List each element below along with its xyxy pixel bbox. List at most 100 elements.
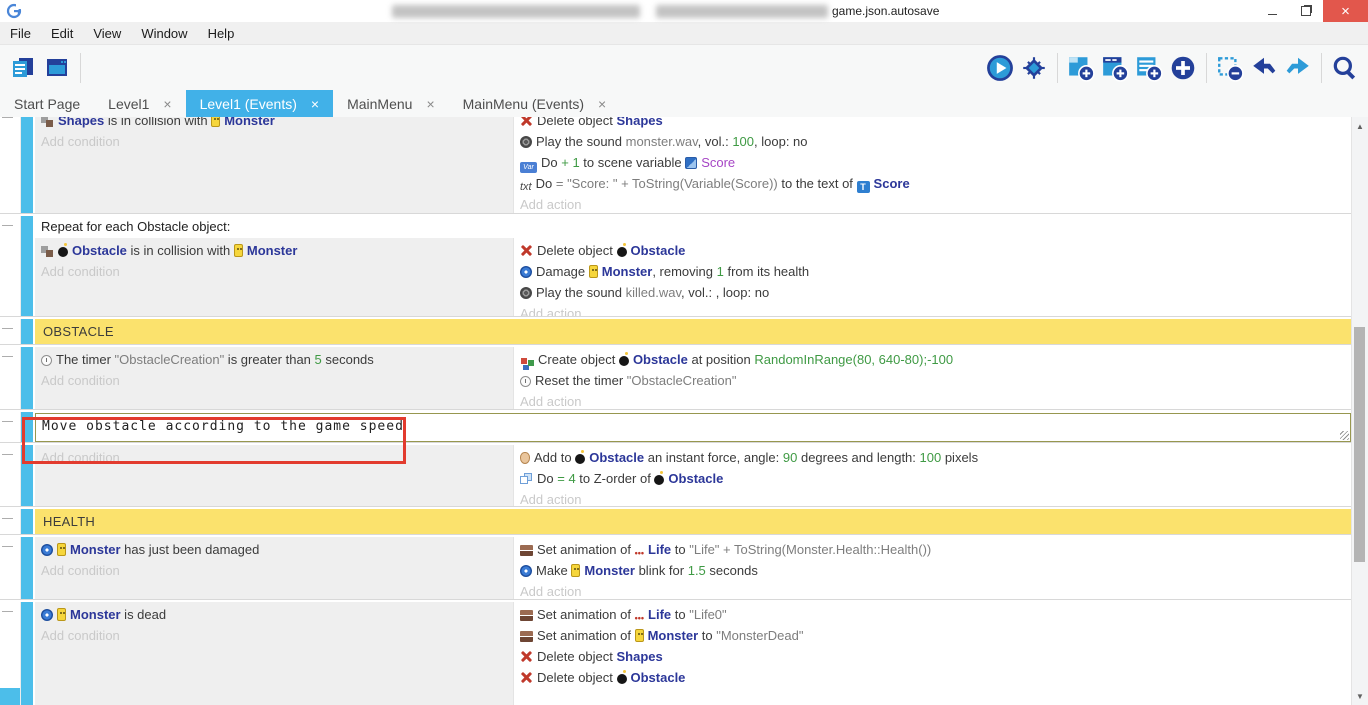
event-selection-bar[interactable] <box>21 216 33 316</box>
project-manager-button[interactable] <box>6 50 40 86</box>
menu-item-view[interactable]: View <box>83 26 131 41</box>
search-button[interactable] <box>1328 50 1362 86</box>
scroll-up-icon[interactable]: ▲ <box>1352 122 1368 131</box>
add-condition-button[interactable]: Add condition <box>41 370 507 391</box>
menu-item-help[interactable]: Help <box>198 26 245 41</box>
action-line[interactable]: Delete object Obstacle <box>520 667 1346 688</box>
event-group-title[interactable]: OBSTACLE <box>35 324 1352 339</box>
timer-icon <box>520 376 531 387</box>
add-action-button[interactable]: Add action <box>520 194 1346 214</box>
event-selection-bar[interactable] <box>21 537 33 599</box>
tab-label: MainMenu <box>347 96 412 112</box>
scene-editor-button[interactable] <box>40 50 74 86</box>
preview-button[interactable] <box>983 50 1017 86</box>
add-condition-button[interactable]: Add condition <box>41 261 507 282</box>
text-segment: Monster <box>224 117 275 128</box>
add-sub-event-button[interactable] <box>1098 50 1132 86</box>
action-line[interactable]: Delete object Shapes <box>520 646 1346 667</box>
add-event-type-button[interactable] <box>1166 50 1200 86</box>
maximize-button[interactable] <box>1289 0 1323 22</box>
menu-item-window[interactable]: Window <box>131 26 197 41</box>
comment-input[interactable]: Move obstacle according to the game spee… <box>35 413 1351 442</box>
add-action-button[interactable]: Add action <box>520 489 1346 507</box>
minimize-button[interactable] <box>1255 0 1289 22</box>
tab-mainmenu-events-[interactable]: MainMenu (Events)× <box>449 90 621 117</box>
action-line[interactable]: VarDo + 1 to scene variable Score <box>520 152 1346 173</box>
action-line[interactable]: Make Monster blink for 1.5 seconds <box>520 560 1346 581</box>
action-line[interactable]: Delete object Obstacle <box>520 240 1346 261</box>
monster-icon <box>57 608 66 621</box>
action-line[interactable]: Create object Obstacle at position Rando… <box>520 349 1346 370</box>
tab-close-icon[interactable]: × <box>598 96 606 112</box>
remove-event-button[interactable] <box>1213 50 1247 86</box>
action-line[interactable]: Delete object Shapes <box>520 117 1346 131</box>
event-selection-bar[interactable] <box>21 319 33 344</box>
action-line[interactable]: Set animation of •••Life to "Life0" <box>520 604 1346 625</box>
event-drag-handle[interactable] <box>0 537 21 599</box>
resize-handle-icon[interactable] <box>1340 431 1349 440</box>
add-action-button[interactable]: Add action <box>520 391 1346 410</box>
add-condition-button[interactable]: Add condition <box>41 625 507 646</box>
tab-mainmenu[interactable]: MainMenu × <box>333 90 449 117</box>
add-condition-button[interactable]: Add condition <box>41 131 507 152</box>
tab-level1-events-[interactable]: Level1 (Events)× <box>186 90 333 117</box>
scrollbar-thumb[interactable] <box>1354 327 1365 562</box>
event-drag-handle[interactable] <box>0 509 21 534</box>
action-line[interactable]: Do = 4 to Z-order of Obstacle <box>520 468 1346 489</box>
event-drag-handle[interactable] <box>0 347 21 409</box>
undo-button[interactable] <box>1247 50 1281 86</box>
event-selection-bar[interactable] <box>21 347 33 409</box>
menu-item-edit[interactable]: Edit <box>41 26 83 41</box>
event-selection-bar[interactable] <box>21 602 33 705</box>
vertical-scrollbar[interactable]: ▲ ▼ <box>1351 117 1368 705</box>
condition-line[interactable]: The timer "ObstacleCreation" is greater … <box>41 349 507 370</box>
action-line[interactable]: Damage Monster, removing 1 from its heal… <box>520 261 1346 282</box>
redo-button[interactable] <box>1281 50 1315 86</box>
event-selection-bar[interactable] <box>21 509 33 534</box>
text-segment: to Z-order of <box>576 471 655 486</box>
text-object-icon: T <box>857 181 870 193</box>
add-action-button[interactable]: Add action <box>520 581 1346 600</box>
scroll-down-icon[interactable]: ▼ <box>1352 692 1368 701</box>
event-drag-handle[interactable] <box>0 216 21 316</box>
debug-button[interactable] <box>1017 50 1051 86</box>
menu-item-file[interactable]: File <box>0 26 41 41</box>
tab-start-page[interactable]: Start Page <box>0 90 94 117</box>
action-line[interactable]: Set animation of Monster to "MonsterDead… <box>520 625 1346 646</box>
add-action-button[interactable]: Add action <box>520 303 1346 317</box>
close-button[interactable]: × <box>1323 0 1368 22</box>
action-line[interactable]: Play the sound monster.wav, vol.: 100, l… <box>520 131 1346 152</box>
action-line[interactable]: Reset the timer "ObstacleCreation" <box>520 370 1346 391</box>
event-body: Monster has just been damagedAdd conditi… <box>35 537 1352 599</box>
condition-line[interactable]: Shapes is in collision with Monster <box>41 117 507 131</box>
repeat-header[interactable]: Repeat for each Obstacle object: <box>35 216 1352 238</box>
tab-close-icon[interactable]: × <box>163 96 171 112</box>
event-drag-handle[interactable] <box>0 412 21 442</box>
event-selection-bar[interactable] <box>21 412 33 442</box>
text-segment: , vol.: , loop: no <box>681 285 769 300</box>
condition-line[interactable]: Monster is dead <box>41 604 507 625</box>
tab-close-icon[interactable]: × <box>311 96 319 112</box>
action-line[interactable]: Add to Obstacle an instant force, angle:… <box>520 447 1346 468</box>
event-drag-handle[interactable] <box>0 319 21 344</box>
condition-line[interactable]: Monster has just been damaged <box>41 539 507 560</box>
add-event-button[interactable] <box>1064 50 1098 86</box>
add-condition-button[interactable]: Add condition <box>41 447 507 468</box>
event-selection-bar[interactable] <box>21 445 33 506</box>
event-selection-bar[interactable] <box>21 117 33 213</box>
event-drag-handle[interactable] <box>0 445 21 506</box>
event-drag-handle[interactable] <box>0 117 21 213</box>
event-row: Repeat for each Obstacle object:Obstacle… <box>0 216 1352 317</box>
action-line[interactable]: txtDo = "Score: " + ToString(Variable(Sc… <box>520 173 1346 194</box>
action-line[interactable]: Set animation of •••Life to "Life" + ToS… <box>520 539 1346 560</box>
text-segment: Score <box>701 155 735 170</box>
add-condition-button[interactable]: Add condition <box>41 560 507 581</box>
event-group-title[interactable]: HEALTH <box>35 514 1352 529</box>
sound-icon <box>520 287 532 299</box>
tab-close-icon[interactable]: × <box>426 96 434 112</box>
action-line[interactable]: Play the sound killed.wav, vol.: , loop:… <box>520 282 1346 303</box>
condition-line[interactable]: Obstacle is in collision with Monster <box>41 240 507 261</box>
tab-level1[interactable]: Level1× <box>94 90 185 117</box>
actions-column: Set animation of •••Life to "Life0"Set a… <box>514 602 1352 705</box>
add-comment-button[interactable] <box>1132 50 1166 86</box>
